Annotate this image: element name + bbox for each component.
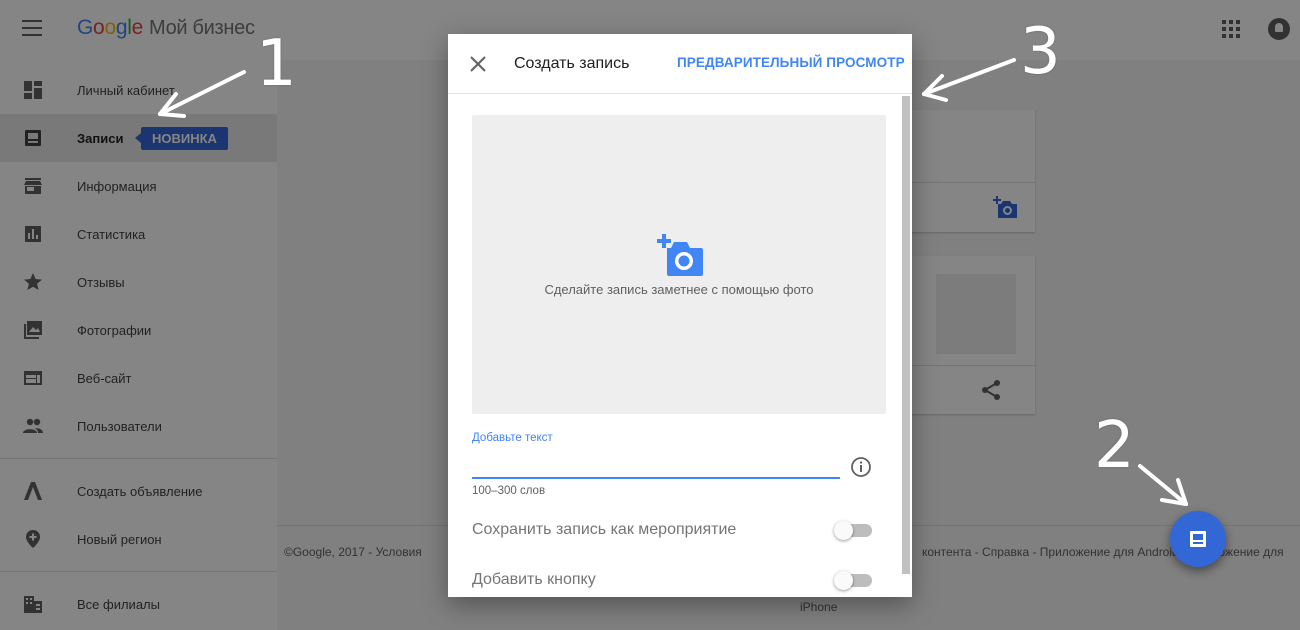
annotation-number-1: 1 (256, 27, 297, 101)
post-text-input[interactable] (472, 449, 840, 479)
annotation-number-3: 3 (1020, 15, 1061, 89)
add-photo-camera-icon (657, 234, 703, 276)
toggle-knob (834, 521, 853, 540)
word-count-hint: 100–300 слов (472, 485, 546, 497)
button-option-label: Добавить кнопку (472, 571, 596, 588)
info-icon[interactable] (850, 456, 872, 478)
button-option-row: Добавить кнопку (472, 565, 874, 595)
posts-icon (1190, 531, 1206, 547)
event-toggle[interactable] (834, 521, 874, 540)
dialog-title: Создать запись (514, 55, 630, 72)
event-option-label: Сохранить запись как мероприятие (472, 521, 737, 538)
create-post-dialog: Создать запись ПРЕДВАРИТЕЛЬНЫЙ ПРОСМОТР … (448, 34, 912, 597)
preview-button[interactable]: ПРЕДВАРИТЕЛЬНЫЙ ПРОСМОТР (677, 55, 905, 70)
text-field-label: Добавьте текст (472, 432, 553, 444)
dialog-scrollbar[interactable] (902, 96, 910, 574)
create-post-fab[interactable] (1170, 511, 1226, 567)
event-option-row: Сохранить запись как мероприятие (472, 515, 874, 545)
photo-hint: Сделайте запись заметнее с помощью фото (544, 282, 814, 297)
add-photo-area[interactable]: Сделайте запись заметнее с помощью фото (472, 115, 886, 414)
annotation-number-2: 2 (1094, 409, 1135, 483)
button-toggle[interactable] (834, 571, 874, 590)
close-icon[interactable] (469, 55, 487, 73)
dialog-header: Создать запись ПРЕДВАРИТЕЛЬНЫЙ ПРОСМОТР (448, 34, 912, 94)
toggle-knob (834, 571, 853, 590)
